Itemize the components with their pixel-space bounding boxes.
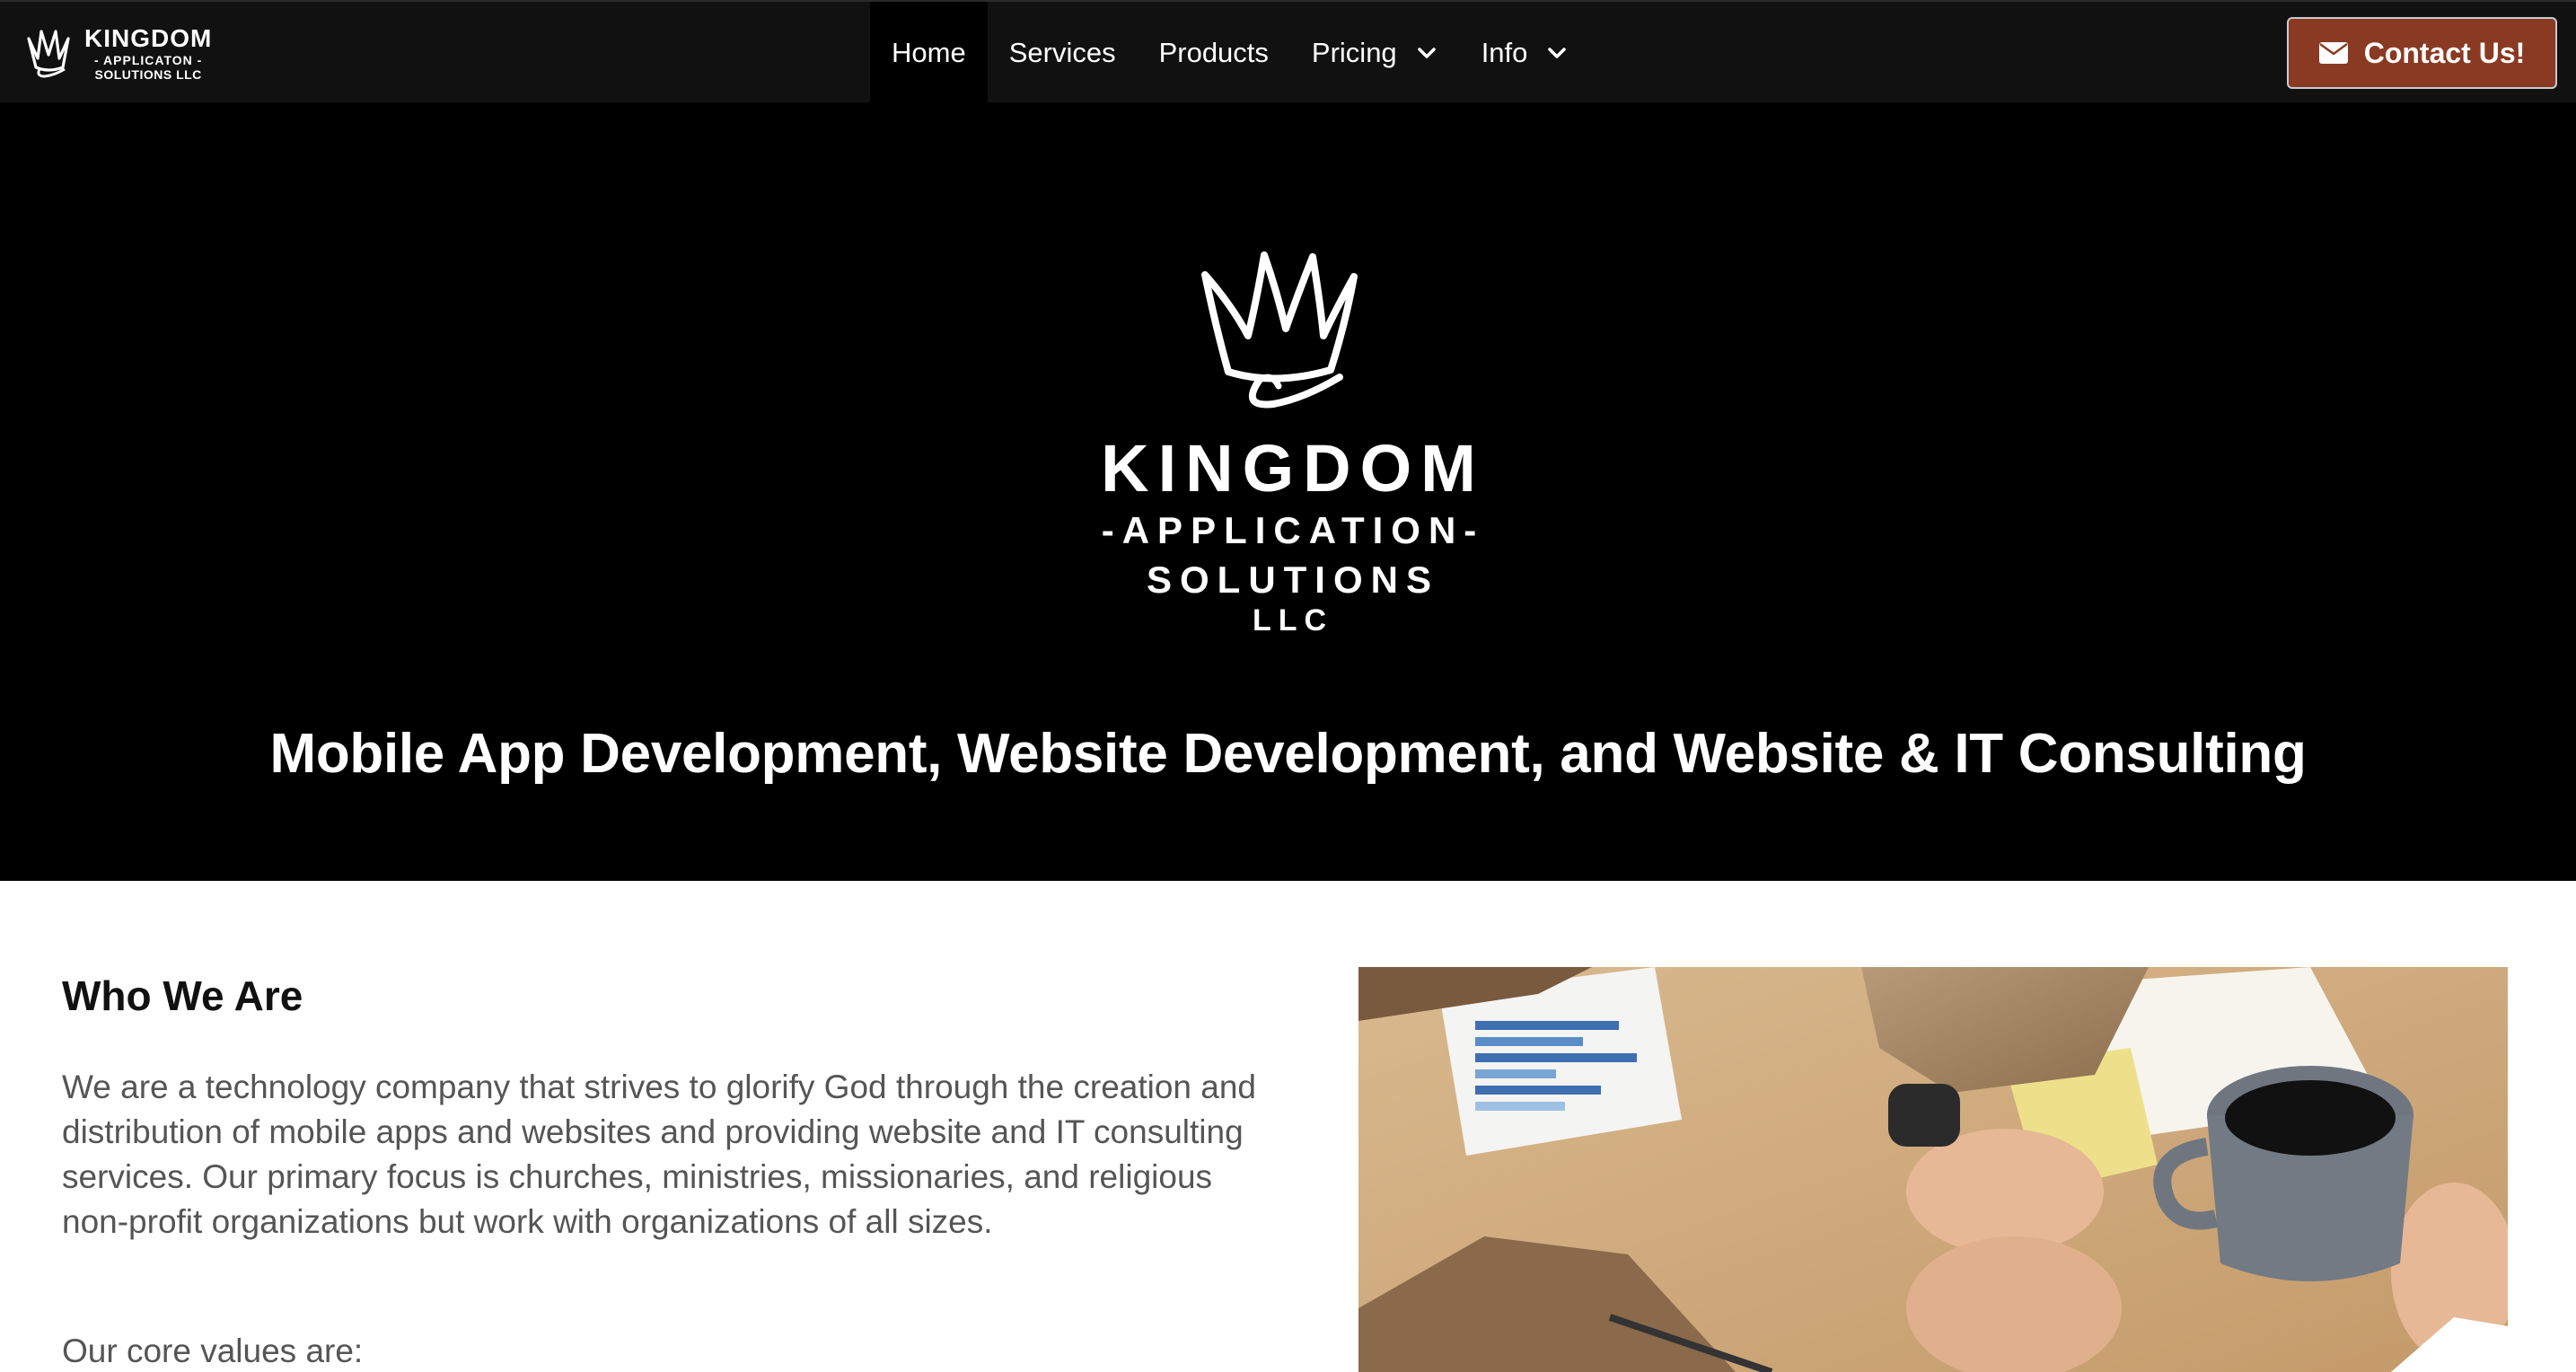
nav-item-label: Info bbox=[1481, 37, 1528, 68]
about-paragraph: We are a technology company that strives… bbox=[62, 1069, 1257, 1240]
core-values-intro: Our core values are: bbox=[62, 1332, 364, 1369]
brand-wordmark: KINGDOM - APPLICATON - SOLUTIONS LLC bbox=[84, 23, 213, 82]
hero-logo-line-1: KINGDOM bbox=[1101, 431, 1485, 506]
envelope-icon bbox=[2318, 42, 2348, 64]
nav-item-pricing[interactable]: Pricing bbox=[1290, 2, 1460, 104]
crown-icon bbox=[27, 30, 70, 78]
chevron-down-icon bbox=[1417, 48, 1436, 58]
hero-logo-line-4: LLC bbox=[1252, 603, 1334, 638]
hero-logo-line-3: SOLUTIONS bbox=[1146, 558, 1439, 601]
nav-item-info[interactable]: Info bbox=[1460, 2, 1591, 104]
main-nav: Home Services Products Pricing Info bbox=[870, 2, 1590, 104]
hero-section: KINGDOM -APPLICATION- SOLUTIONS LLC Mobi… bbox=[0, 102, 2576, 881]
nav-item-label: Products bbox=[1158, 37, 1269, 68]
brand-logo-link[interactable]: KINGDOM - APPLICATON - SOLUTIONS LLC bbox=[23, 22, 212, 84]
nav-item-products[interactable]: Products bbox=[1138, 2, 1290, 104]
brand-line-2: - APPLICATON - bbox=[94, 52, 203, 67]
nav-item-label: Pricing bbox=[1311, 37, 1397, 68]
brand-line-3: SOLUTIONS LLC bbox=[94, 66, 202, 82]
brand-line-1: KINGDOM bbox=[84, 23, 213, 52]
section-title: Who We Are bbox=[62, 972, 303, 1019]
team-meeting-photo bbox=[1358, 967, 2508, 1372]
hero-logo-line-2: -APPLICATION- bbox=[1101, 509, 1485, 551]
chevron-down-icon bbox=[1548, 48, 1567, 58]
top-navbar: KINGDOM - APPLICATON - SOLUTIONS LLC Hom… bbox=[0, 0, 2576, 104]
nav-item-services[interactable]: Services bbox=[988, 2, 1138, 104]
crown-icon bbox=[1201, 251, 1358, 409]
contact-us-button[interactable]: Contact Us! bbox=[2287, 17, 2557, 89]
contact-us-label: Contact Us! bbox=[2363, 36, 2526, 69]
meeting-photo-illustration bbox=[1358, 967, 2508, 1372]
hero-tagline: Mobile App Development, Website Developm… bbox=[269, 723, 2307, 785]
nav-item-label: Services bbox=[1008, 37, 1116, 68]
nav-item-label: Home bbox=[892, 37, 966, 68]
hero-logo: KINGDOM -APPLICATION- SOLUTIONS LLC bbox=[1059, 246, 1526, 641]
nav-item-home[interactable]: Home bbox=[870, 2, 988, 104]
